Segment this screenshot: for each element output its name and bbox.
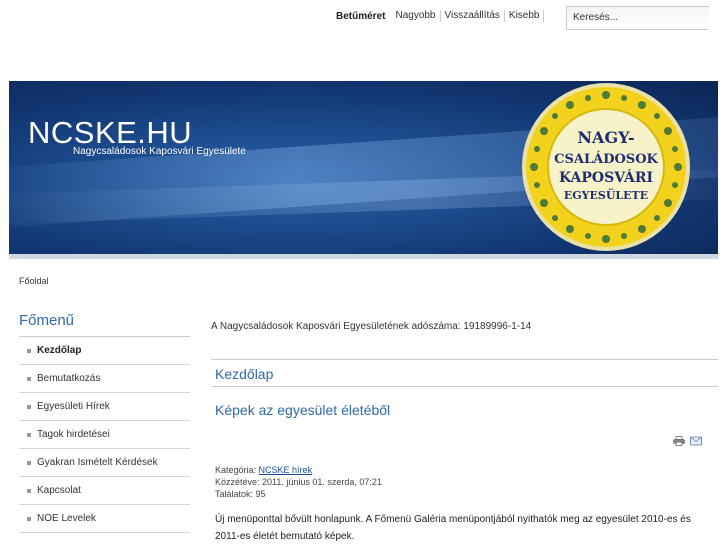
section-header: Kezdőlap xyxy=(211,359,718,387)
article-actions xyxy=(673,436,702,446)
sidebar-item-member-ads[interactable]: Tagok hirdetései xyxy=(19,421,190,449)
sidebar-item-faq[interactable]: Gyakran Ismételt Kérdések xyxy=(19,449,190,477)
sidebar-item-label: Egyesületi Hírek xyxy=(37,401,110,412)
bullet-icon xyxy=(27,376,31,381)
svg-text:CSALÁDOSOK: CSALÁDOSOK xyxy=(554,151,658,167)
tax-number-notice: A Nagycsaládosok Kaposvári Egyesületének… xyxy=(211,321,532,332)
category-link[interactable]: NCSKE hírek xyxy=(259,465,313,475)
bullet-icon xyxy=(27,460,31,465)
print-icon[interactable] xyxy=(673,436,685,446)
bullet-icon xyxy=(27,348,31,353)
bullet-icon xyxy=(27,488,31,493)
sidebar-item-label: Kezdőlap xyxy=(37,345,82,356)
font-reset-link[interactable]: Visszaállítás xyxy=(441,10,505,22)
font-size-label: Betűméret xyxy=(336,10,386,22)
font-size-controls: Betűméret Nagyobb Visszaállítás Kisebb xyxy=(336,10,545,22)
breadcrumb[interactable]: Főoldal xyxy=(19,276,49,286)
search-input[interactable]: Keresés... xyxy=(566,6,709,30)
article-body: Új menüponttal bővült honlapunk. A Főmen… xyxy=(215,514,691,542)
sidebar-item-label: Tagok hirdetései xyxy=(37,429,110,440)
article-category: Kategória: NCSKE hírek xyxy=(215,464,382,476)
svg-text:NAGY-: NAGY- xyxy=(577,128,634,147)
article-meta: Kategória: NCSKE hírek Közzétéve: 2011. … xyxy=(215,464,382,500)
site-slogan: Nagycsaládosok Kaposvári Egyesülete xyxy=(73,146,246,157)
sidebar-item-contact[interactable]: Kapcsolat xyxy=(19,477,190,505)
top-toolbar: Betűméret Nagyobb Visszaállítás Kisebb K… xyxy=(0,6,727,32)
header-divider xyxy=(9,254,718,259)
header-banner: NCSKE.HU Nagycsaládosok Kaposvári Egyesü… xyxy=(9,81,718,259)
sidebar: Főmenű Kezdőlap Bemutatkozás Egyesületi … xyxy=(19,312,190,533)
bullet-icon xyxy=(27,432,31,437)
article-title[interactable]: Képek az egyesület életéből xyxy=(215,402,390,418)
email-icon[interactable] xyxy=(690,436,702,446)
association-logo[interactable]: NAGY- CSALÁDOSOK KAPOSVÁRI EGYESÜLETE xyxy=(520,81,692,253)
sidebar-item-label: NOE Levelek xyxy=(37,513,96,524)
svg-text:KAPOSVÁRI: KAPOSVÁRI xyxy=(559,168,653,186)
sidebar-item-label: Gyakran Ismételt Kérdések xyxy=(37,457,158,468)
sidebar-item-label: Kapcsolat xyxy=(37,485,81,496)
article-published: Közzétéve: 2011. június 01. szerda, 07:2… xyxy=(215,477,382,487)
main-menu: Kezdőlap Bemutatkozás Egyesületi Hírek T… xyxy=(19,337,190,533)
bullet-icon xyxy=(27,516,31,521)
sidebar-item-news[interactable]: Egyesületi Hírek xyxy=(19,393,190,421)
sidebar-item-label: Bemutatkozás xyxy=(37,373,101,384)
section-title: Kezdőlap xyxy=(215,366,274,382)
font-smaller-link[interactable]: Kisebb xyxy=(505,10,545,22)
svg-text:EGYESÜLETE: EGYESÜLETE xyxy=(564,188,648,202)
font-larger-link[interactable]: Nagyobb xyxy=(391,10,441,22)
sidebar-item-home[interactable]: Kezdőlap xyxy=(19,337,190,365)
sidebar-item-noe-letters[interactable]: NOE Levelek xyxy=(19,505,190,533)
category-label: Kategória: xyxy=(215,465,257,475)
bullet-icon xyxy=(27,404,31,409)
sidebar-item-about[interactable]: Bemutatkozás xyxy=(19,365,190,393)
main-menu-heading: Főmenű xyxy=(19,312,190,337)
article-hits: Találatok: 95 xyxy=(215,489,266,499)
